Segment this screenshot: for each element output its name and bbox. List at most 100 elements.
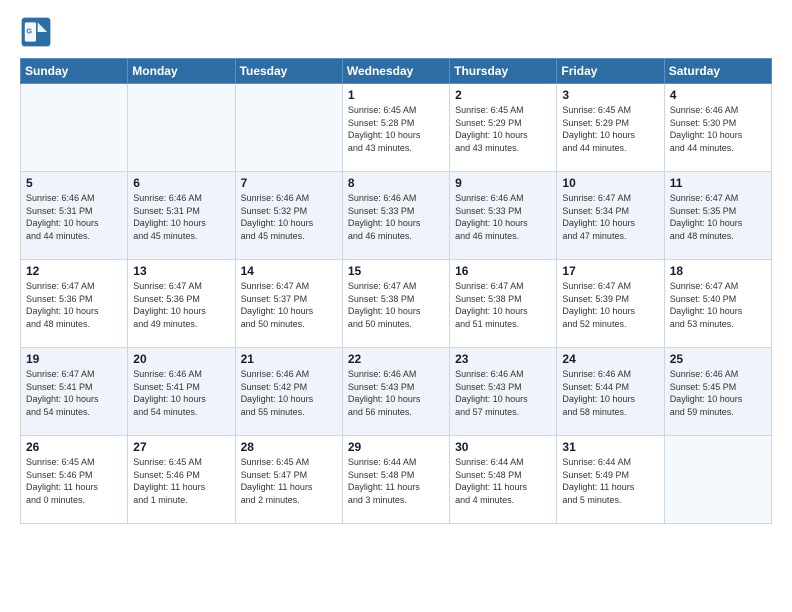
day-cell: 7 Sunrise: 6:46 AM Sunset: 5:32 PM Daylig… xyxy=(235,172,342,260)
day-info: Sunrise: 6:45 AM Sunset: 5:46 PM Dayligh… xyxy=(133,456,229,506)
day-cell: 21 Sunrise: 6:46 AM Sunset: 5:42 PM Dayli… xyxy=(235,348,342,436)
day-cell xyxy=(235,84,342,172)
day-number: 7 xyxy=(241,176,337,190)
day-number: 27 xyxy=(133,440,229,454)
day-number: 31 xyxy=(562,440,658,454)
week-row-3: 12 Sunrise: 6:47 AM Sunset: 5:36 PM Dayli… xyxy=(21,260,772,348)
day-info: Sunrise: 6:45 AM Sunset: 5:29 PM Dayligh… xyxy=(562,104,658,154)
day-cell: 28 Sunrise: 6:45 AM Sunset: 5:47 PM Dayli… xyxy=(235,436,342,524)
day-number: 22 xyxy=(348,352,444,366)
day-number: 8 xyxy=(348,176,444,190)
day-info: Sunrise: 6:47 AM Sunset: 5:34 PM Dayligh… xyxy=(562,192,658,242)
day-info: Sunrise: 6:44 AM Sunset: 5:49 PM Dayligh… xyxy=(562,456,658,506)
day-cell: 2Sunrise: 6:45 AM Sunset: 5:29 PM Daylig… xyxy=(450,84,557,172)
day-number: 16 xyxy=(455,264,551,278)
day-number: 11 xyxy=(670,176,766,190)
day-info: Sunrise: 6:44 AM Sunset: 5:48 PM Dayligh… xyxy=(348,456,444,506)
day-number: 21 xyxy=(241,352,337,366)
day-number: 5 xyxy=(26,176,122,190)
week-row-5: 26 Sunrise: 6:45 AM Sunset: 5:46 PM Dayli… xyxy=(21,436,772,524)
day-number: 30 xyxy=(455,440,551,454)
day-info: Sunrise: 6:45 AM Sunset: 5:28 PM Dayligh… xyxy=(348,104,444,154)
day-info: Sunrise: 6:47 AM Sunset: 5:38 PM Dayligh… xyxy=(348,280,444,330)
day-info: Sunrise: 6:45 AM Sunset: 5:46 PM Dayligh… xyxy=(26,456,122,506)
day-number: 29 xyxy=(348,440,444,454)
day-cell: 30 Sunrise: 6:44 AM Sunset: 5:48 PM Dayli… xyxy=(450,436,557,524)
day-info: Sunrise: 6:46 AM Sunset: 5:33 PM Dayligh… xyxy=(348,192,444,242)
day-number: 24 xyxy=(562,352,658,366)
day-info: Sunrise: 6:46 AM Sunset: 5:32 PM Dayligh… xyxy=(241,192,337,242)
day-cell: 24 Sunrise: 6:46 AM Sunset: 5:44 PM Dayli… xyxy=(557,348,664,436)
day-cell xyxy=(128,84,235,172)
day-info: Sunrise: 6:47 AM Sunset: 5:40 PM Dayligh… xyxy=(670,280,766,330)
day-number: 28 xyxy=(241,440,337,454)
day-info: Sunrise: 6:47 AM Sunset: 5:41 PM Dayligh… xyxy=(26,368,122,418)
calendar-table: SundayMondayTuesdayWednesdayThursdayFrid… xyxy=(20,58,772,524)
day-info: Sunrise: 6:44 AM Sunset: 5:48 PM Dayligh… xyxy=(455,456,551,506)
day-info: Sunrise: 6:46 AM Sunset: 5:43 PM Dayligh… xyxy=(348,368,444,418)
week-row-2: 5 Sunrise: 6:46 AM Sunset: 5:31 PM Daylig… xyxy=(21,172,772,260)
day-number: 23 xyxy=(455,352,551,366)
day-cell xyxy=(664,436,771,524)
week-row-1: 1 Sunrise: 6:45 AM Sunset: 5:28 PM Daylig… xyxy=(21,84,772,172)
day-info: Sunrise: 6:46 AM Sunset: 5:44 PM Dayligh… xyxy=(562,368,658,418)
day-info: Sunrise: 6:46 AM Sunset: 5:42 PM Dayligh… xyxy=(241,368,337,418)
day-number: 19 xyxy=(26,352,122,366)
day-number: 2 xyxy=(455,88,551,102)
day-number: 15 xyxy=(348,264,444,278)
day-number: 25 xyxy=(670,352,766,366)
day-info: Sunrise: 6:47 AM Sunset: 5:36 PM Dayligh… xyxy=(133,280,229,330)
day-info: Sunrise: 6:47 AM Sunset: 5:35 PM Dayligh… xyxy=(670,192,766,242)
svg-text:G: G xyxy=(26,27,32,36)
day-info: Sunrise: 6:46 AM Sunset: 5:31 PM Dayligh… xyxy=(26,192,122,242)
logo-icon: G xyxy=(20,16,52,48)
day-cell: 13 Sunrise: 6:47 AM Sunset: 5:36 PM Dayli… xyxy=(128,260,235,348)
col-header-sunday: Sunday xyxy=(21,59,128,84)
day-info: Sunrise: 6:46 AM Sunset: 5:30 PM Dayligh… xyxy=(670,104,766,154)
col-header-thursday: Thursday xyxy=(450,59,557,84)
day-cell: 23 Sunrise: 6:46 AM Sunset: 5:43 PM Dayli… xyxy=(450,348,557,436)
day-info: Sunrise: 6:46 AM Sunset: 5:41 PM Dayligh… xyxy=(133,368,229,418)
page: G SundayMondayTuesdayWednesdayThursdayFr… xyxy=(0,0,792,534)
day-cell: 6 Sunrise: 6:46 AM Sunset: 5:31 PM Daylig… xyxy=(128,172,235,260)
day-number: 3 xyxy=(562,88,658,102)
day-number: 6 xyxy=(133,176,229,190)
day-cell: 8 Sunrise: 6:46 AM Sunset: 5:33 PM Daylig… xyxy=(342,172,449,260)
day-cell xyxy=(21,84,128,172)
day-cell: 17 Sunrise: 6:47 AM Sunset: 5:39 PM Dayli… xyxy=(557,260,664,348)
day-cell: 26 Sunrise: 6:45 AM Sunset: 5:46 PM Dayli… xyxy=(21,436,128,524)
day-number: 26 xyxy=(26,440,122,454)
day-cell: 29 Sunrise: 6:44 AM Sunset: 5:48 PM Dayli… xyxy=(342,436,449,524)
day-number: 9 xyxy=(455,176,551,190)
day-number: 4 xyxy=(670,88,766,102)
day-info: Sunrise: 6:45 AM Sunset: 5:47 PM Dayligh… xyxy=(241,456,337,506)
day-info: Sunrise: 6:47 AM Sunset: 5:39 PM Dayligh… xyxy=(562,280,658,330)
day-cell: 11 Sunrise: 6:47 AM Sunset: 5:35 PM Dayli… xyxy=(664,172,771,260)
day-number: 17 xyxy=(562,264,658,278)
day-number: 12 xyxy=(26,264,122,278)
day-cell: 15 Sunrise: 6:47 AM Sunset: 5:38 PM Dayli… xyxy=(342,260,449,348)
day-number: 20 xyxy=(133,352,229,366)
day-cell: 9 Sunrise: 6:46 AM Sunset: 5:33 PM Daylig… xyxy=(450,172,557,260)
day-info: Sunrise: 6:47 AM Sunset: 5:37 PM Dayligh… xyxy=(241,280,337,330)
day-cell: 25 Sunrise: 6:46 AM Sunset: 5:45 PM Dayli… xyxy=(664,348,771,436)
day-number: 1 xyxy=(348,88,444,102)
day-number: 18 xyxy=(670,264,766,278)
day-number: 10 xyxy=(562,176,658,190)
col-header-tuesday: Tuesday xyxy=(235,59,342,84)
day-info: Sunrise: 6:46 AM Sunset: 5:31 PM Dayligh… xyxy=(133,192,229,242)
logo: G xyxy=(20,16,56,48)
day-info: Sunrise: 6:46 AM Sunset: 5:45 PM Dayligh… xyxy=(670,368,766,418)
col-header-monday: Monday xyxy=(128,59,235,84)
day-cell: 12Sunrise: 6:47 AM Sunset: 5:36 PM Dayli… xyxy=(21,260,128,348)
day-info: Sunrise: 6:46 AM Sunset: 5:43 PM Dayligh… xyxy=(455,368,551,418)
day-number: 13 xyxy=(133,264,229,278)
day-cell: 1 Sunrise: 6:45 AM Sunset: 5:28 PM Daylig… xyxy=(342,84,449,172)
day-info: Sunrise: 6:47 AM Sunset: 5:38 PM Dayligh… xyxy=(455,280,551,330)
day-info: Sunrise: 6:46 AM Sunset: 5:33 PM Dayligh… xyxy=(455,192,551,242)
col-header-friday: Friday xyxy=(557,59,664,84)
day-cell: 3 Sunrise: 6:45 AM Sunset: 5:29 PM Daylig… xyxy=(557,84,664,172)
week-row-4: 19 Sunrise: 6:47 AM Sunset: 5:41 PM Dayli… xyxy=(21,348,772,436)
day-cell: 4 Sunrise: 6:46 AM Sunset: 5:30 PM Daylig… xyxy=(664,84,771,172)
day-cell: 18 Sunrise: 6:47 AM Sunset: 5:40 PM Dayli… xyxy=(664,260,771,348)
